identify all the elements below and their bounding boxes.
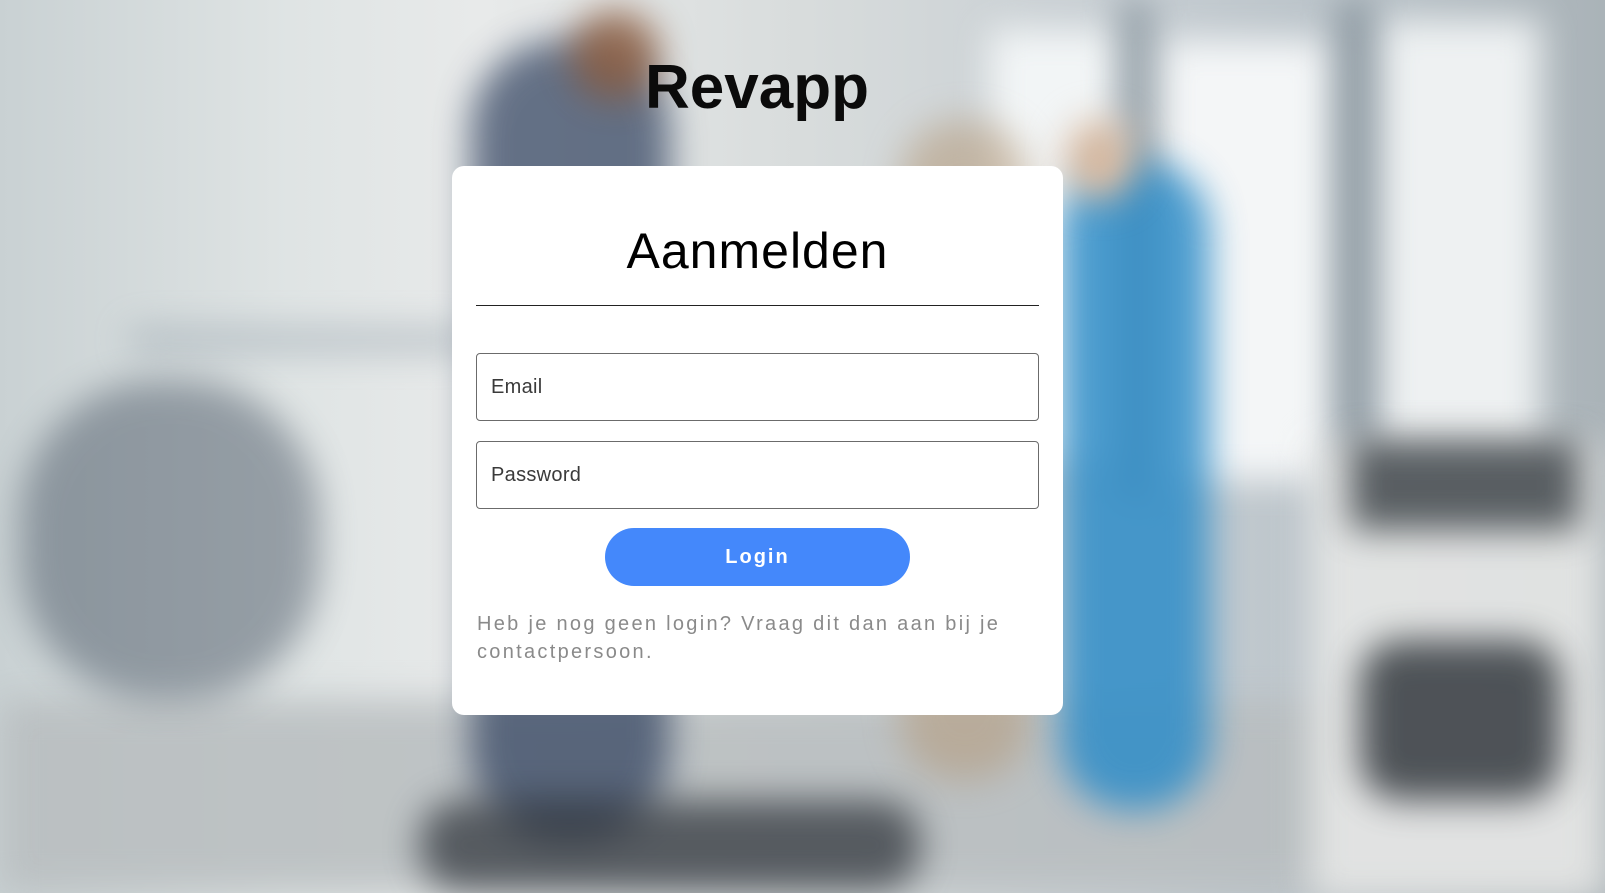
bg-screen (1350, 440, 1580, 530)
bg-person-head (1065, 120, 1135, 200)
bg-treadmill (420, 800, 920, 890)
help-text: Heb je nog geen login? Vraag dit dan aan… (477, 613, 1001, 663)
password-input[interactable] (476, 441, 1039, 509)
bg-rail (130, 330, 470, 350)
bg-wheelchair (20, 380, 320, 700)
login-button[interactable]: Login (605, 528, 910, 586)
heading-divider (476, 305, 1039, 306)
app-title: Revapp (645, 53, 869, 122)
email-input[interactable] (476, 353, 1039, 421)
login-heading: Aanmelden (626, 223, 889, 279)
bg-stool (1360, 640, 1560, 800)
bg-person (1060, 160, 1210, 810)
login-card: Aanmelden Login Heb je nog geen login? V… (452, 166, 1063, 715)
